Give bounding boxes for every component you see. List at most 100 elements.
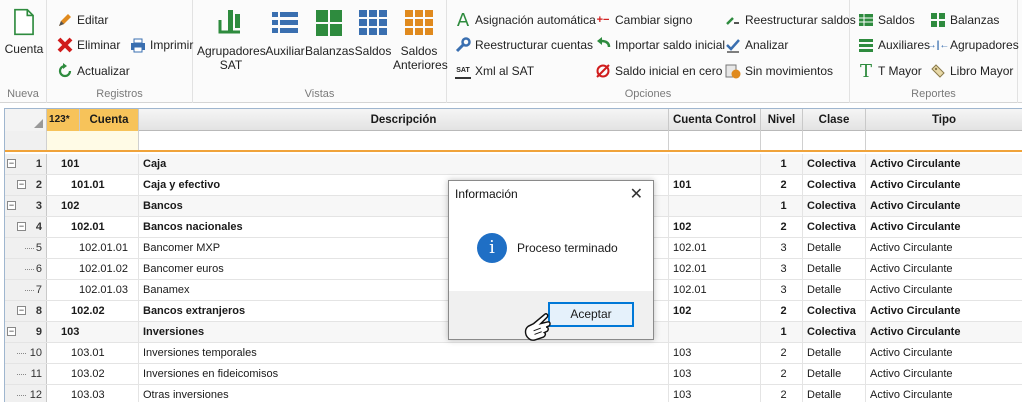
cell-cuenta-control[interactable] bbox=[669, 322, 761, 342]
saldo-cero-button[interactable]: Saldo inicial en cero bbox=[595, 62, 722, 80]
cell-tipo[interactable]: Activo Circulante bbox=[866, 343, 1022, 363]
cell-tipo[interactable]: Activo Circulante bbox=[866, 280, 1022, 300]
tree-collapse-icon[interactable]: − bbox=[17, 306, 26, 315]
filter-nivel[interactable] bbox=[761, 131, 803, 150]
refresh-button[interactable]: Actualizar bbox=[57, 62, 130, 80]
tree-collapse-icon[interactable]: − bbox=[7, 201, 16, 210]
report-libro-mayor-button[interactable]: Libro Mayor bbox=[930, 62, 1013, 80]
tree-collapse-icon[interactable]: − bbox=[7, 159, 16, 168]
cell-descripcion[interactable]: Inversiones temporales bbox=[139, 343, 669, 363]
print-button[interactable]: Imprimir bbox=[130, 36, 193, 54]
cell-nivel[interactable]: 2 bbox=[761, 385, 803, 402]
reestructurar-cuentas-button[interactable]: Reestructurar cuentas bbox=[455, 36, 593, 54]
cell-clase[interactable]: Colectiva bbox=[803, 322, 866, 342]
col-header-tipo[interactable]: Tipo bbox=[866, 109, 1022, 131]
cell-cuenta-control[interactable]: 103 bbox=[669, 364, 761, 384]
table-row[interactable]: 10 103.01 Inversiones temporales 103 2 Detall… bbox=[5, 343, 1022, 364]
cell-nivel[interactable]: 3 bbox=[761, 238, 803, 258]
cell-tipo[interactable]: Activo Circulante bbox=[866, 259, 1022, 279]
cell-cuenta[interactable]: 103.01 bbox=[47, 343, 139, 363]
cell-clase[interactable]: Detalle bbox=[803, 259, 866, 279]
cell-cuenta-control[interactable]: 102 bbox=[669, 301, 761, 321]
table-row[interactable]: 12 103.03 Otras inversiones 103 2 Detalle Acti… bbox=[5, 385, 1022, 402]
tree-collapse-icon[interactable]: − bbox=[17, 180, 26, 189]
cell-nivel[interactable]: 3 bbox=[761, 259, 803, 279]
col-header-clase[interactable]: Clase bbox=[803, 109, 866, 131]
cell-cuenta[interactable]: 103.02 bbox=[47, 364, 139, 384]
cell-cuenta[interactable]: 101.01 bbox=[47, 175, 139, 195]
cell-clase[interactable]: Colectiva bbox=[803, 301, 866, 321]
cell-cuenta-control[interactable]: 102.01 bbox=[669, 259, 761, 279]
cell-cuenta-control[interactable] bbox=[669, 154, 761, 174]
sin-movimientos-button[interactable]: Sin movimientos bbox=[725, 62, 833, 80]
row-number[interactable]: 10 bbox=[5, 343, 47, 363]
cell-cuenta[interactable]: 102.02 bbox=[47, 301, 139, 321]
cell-nivel[interactable]: 1 bbox=[761, 154, 803, 174]
cell-nivel[interactable]: 2 bbox=[761, 343, 803, 363]
cell-tipo[interactable]: Activo Circulante bbox=[866, 175, 1022, 195]
cell-descripcion[interactable]: Caja bbox=[139, 154, 669, 174]
cell-clase[interactable]: Colectiva bbox=[803, 217, 866, 237]
cell-clase[interactable]: Colectiva bbox=[803, 196, 866, 216]
col-header-cuenta-control[interactable]: Cuenta Control bbox=[669, 109, 761, 131]
row-number[interactable]: 4 bbox=[5, 217, 47, 237]
balanzas-view-button[interactable]: Balanzas bbox=[305, 6, 354, 58]
auxiliar-view-button[interactable]: Auxiliar bbox=[265, 6, 305, 58]
agrupadores-sat-button[interactable]: Agrupadores SAT bbox=[197, 6, 266, 72]
cell-clase[interactable]: Detalle bbox=[803, 280, 866, 300]
report-balanzas-button[interactable]: Balanzas bbox=[930, 11, 999, 29]
cell-nivel[interactable]: 1 bbox=[761, 322, 803, 342]
filter-cuenta[interactable] bbox=[47, 131, 139, 150]
cell-cuenta-control[interactable]: 101 bbox=[669, 175, 761, 195]
cell-cuenta-control[interactable]: 103 bbox=[669, 343, 761, 363]
tree-collapse-icon[interactable]: − bbox=[17, 222, 26, 231]
cell-cuenta-control[interactable]: 102 bbox=[669, 217, 761, 237]
cell-tipo[interactable]: Activo Circulante bbox=[866, 196, 1022, 216]
cambiar-signo-button[interactable]: +− Cambiar signo bbox=[595, 11, 693, 29]
report-tmayor-button[interactable]: T T Mayor bbox=[858, 61, 922, 82]
new-account-button[interactable]: Cuenta bbox=[4, 6, 44, 56]
cell-nivel[interactable]: 2 bbox=[761, 217, 803, 237]
tree-collapse-icon[interactable]: − bbox=[7, 327, 16, 336]
select-all-corner[interactable] bbox=[5, 109, 47, 131]
table-row[interactable]: 1−101 Caja 1 Colectiva Activo Circulante bbox=[5, 154, 1022, 175]
report-saldos-button[interactable]: Saldos bbox=[858, 11, 915, 29]
cell-clase[interactable]: Detalle bbox=[803, 238, 866, 258]
cell-tipo[interactable]: Activo Circulante bbox=[866, 217, 1022, 237]
cell-cuenta[interactable]: 102 bbox=[47, 196, 139, 216]
cell-tipo[interactable]: Activo Circulante bbox=[866, 301, 1022, 321]
cell-cuenta-control[interactable]: 103 bbox=[669, 385, 761, 402]
cell-cuenta[interactable]: 103.03 bbox=[47, 385, 139, 402]
delete-button[interactable]: Eliminar bbox=[57, 36, 120, 54]
cell-descripcion[interactable]: Otras inversiones bbox=[139, 385, 669, 402]
saldos-view-button[interactable]: Saldos bbox=[353, 6, 393, 58]
report-agrupadores-button[interactable]: →|← Agrupadores bbox=[927, 36, 1019, 54]
report-auxiliares-button[interactable]: Auxiliares bbox=[858, 36, 930, 54]
cell-cuenta-control[interactable]: 102.01 bbox=[669, 280, 761, 300]
col-header-descripcion[interactable]: Descripción bbox=[139, 109, 669, 131]
col-header-cuenta[interactable]: Cuenta bbox=[80, 109, 139, 131]
cell-cuenta[interactable]: 103 bbox=[47, 322, 139, 342]
xml-sat-button[interactable]: SAT Xml al SAT bbox=[455, 62, 534, 80]
cell-clase[interactable]: Colectiva bbox=[803, 175, 866, 195]
cell-nivel[interactable]: 1 bbox=[761, 196, 803, 216]
cell-nivel[interactable]: 2 bbox=[761, 364, 803, 384]
filter-tipo[interactable] bbox=[866, 131, 1022, 150]
cell-tipo[interactable]: Activo Circulante bbox=[866, 154, 1022, 174]
cell-nivel[interactable]: 2 bbox=[761, 175, 803, 195]
row-number[interactable]: 11 bbox=[5, 364, 47, 384]
cell-clase[interactable]: Detalle bbox=[803, 343, 866, 363]
cell-nivel[interactable]: 2 bbox=[761, 301, 803, 321]
filter-clase[interactable] bbox=[803, 131, 866, 150]
cell-tipo[interactable]: Activo Circulante bbox=[866, 238, 1022, 258]
reestructurar-saldos-button[interactable]: Reestructurar saldos bbox=[725, 11, 856, 29]
cell-cuenta[interactable]: 102.01.03 bbox=[47, 280, 139, 300]
cell-clase[interactable]: Colectiva bbox=[803, 154, 866, 174]
cell-cuenta[interactable]: 101 bbox=[47, 154, 139, 174]
analizar-button[interactable]: Analizar bbox=[725, 36, 788, 54]
cell-cuenta[interactable]: 102.01.02 bbox=[47, 259, 139, 279]
level-all-button[interactable]: * bbox=[66, 114, 70, 125]
row-number[interactable]: 12 bbox=[5, 385, 47, 402]
edit-button[interactable]: Editar bbox=[57, 11, 108, 29]
filter-cuenta-control[interactable] bbox=[669, 131, 761, 150]
